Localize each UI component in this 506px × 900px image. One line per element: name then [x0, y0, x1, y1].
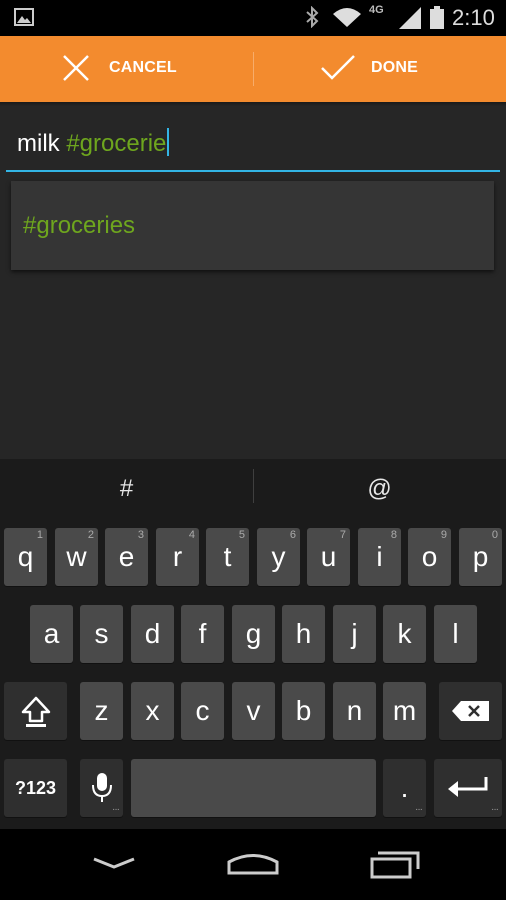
key-hint: 6: [289, 529, 296, 541]
input-text: milk #grocerie: [17, 128, 170, 158]
enter-key[interactable]: ···: [434, 759, 502, 817]
checkmark-icon: [321, 55, 355, 80]
autocomplete-suggestion[interactable]: #groceries: [11, 181, 494, 270]
battery-icon: [430, 6, 444, 29]
symbols-key[interactable]: ?123: [4, 759, 67, 817]
clock: 2:10: [452, 5, 495, 30]
key-label: u: [320, 541, 337, 572]
key-c[interactable]: c: [181, 682, 224, 740]
shift-icon: [21, 696, 50, 727]
input-plain-text: milk: [17, 130, 67, 157]
key-y[interactable]: y6: [257, 528, 300, 586]
key-hint: 2: [87, 529, 94, 541]
navigation-bar: [0, 829, 506, 900]
key-p[interactable]: p0: [459, 528, 502, 586]
key-hint: 9: [440, 529, 447, 541]
key-hint: 0: [491, 529, 498, 541]
key-label: w: [66, 541, 87, 572]
period-key[interactable]: . ···: [383, 759, 426, 817]
key-t[interactable]: t5: [206, 528, 249, 586]
backspace-icon: [451, 701, 489, 721]
action-bar-shadow: [0, 102, 506, 106]
key-u[interactable]: u7: [307, 528, 350, 586]
cancel-label: CANCEL: [109, 59, 177, 76]
key-i[interactable]: i8: [358, 528, 401, 586]
key-label: p: [472, 541, 489, 572]
signal-icon: [399, 7, 421, 29]
key-q[interactable]: q1: [4, 528, 47, 586]
key-m[interactable]: m: [383, 682, 426, 740]
key-b[interactable]: b: [282, 682, 325, 740]
key-label: q: [17, 541, 34, 572]
back-icon[interactable]: [90, 847, 138, 877]
home-icon[interactable]: [225, 847, 281, 881]
text-cursor: [167, 128, 170, 156]
keyboard-suggestion-hash[interactable]: #: [0, 459, 253, 519]
key-v[interactable]: v: [232, 682, 275, 740]
network-type: 4G: [369, 4, 384, 16]
key-k[interactable]: k: [383, 605, 426, 663]
key-w[interactable]: w2: [55, 528, 98, 586]
key-s[interactable]: s: [80, 605, 123, 663]
key-a[interactable]: a: [30, 605, 73, 663]
close-icon: [63, 55, 89, 81]
input-tag-text: #grocerie: [66, 130, 167, 157]
key-l[interactable]: l: [434, 605, 477, 663]
picture-icon: [14, 8, 34, 26]
key-label: o: [421, 541, 438, 572]
key-hint: 5: [238, 529, 245, 541]
recents-icon[interactable]: [368, 847, 422, 881]
key-hint: 3: [137, 529, 144, 541]
key-f[interactable]: f: [181, 605, 224, 663]
key-j[interactable]: j: [333, 605, 376, 663]
key-o[interactable]: o9: [408, 528, 451, 586]
done-button[interactable]: DONE: [254, 36, 506, 102]
key-label: i: [376, 541, 383, 572]
cancel-button[interactable]: CANCEL: [0, 36, 253, 102]
key-label: y: [271, 541, 286, 572]
key-g[interactable]: g: [232, 605, 275, 663]
keyboard: # @ q1 w2 e3 r4 t5 y6 u7 i8 o9 p0 a s d …: [0, 459, 506, 829]
key-hint: 4: [188, 529, 195, 541]
backspace-key[interactable]: [439, 682, 502, 740]
enter-icon: [448, 777, 488, 797]
status-bar: 4G 2:10: [0, 0, 506, 36]
keyboard-suggestion-bar: # @: [0, 459, 506, 519]
wifi-icon: [333, 8, 361, 27]
action-bar: CANCEL DONE: [0, 36, 506, 106]
key-label: e: [118, 541, 135, 572]
key-label: t: [223, 541, 232, 572]
keyboard-suggestion-at[interactable]: @: [253, 459, 506, 519]
key-n[interactable]: n: [333, 682, 376, 740]
more-dots: ···: [112, 804, 120, 815]
mic-key[interactable]: ···: [80, 759, 123, 817]
period-label: .: [400, 772, 409, 803]
task-input[interactable]: milk #grocerie: [6, 118, 500, 172]
more-dots: ···: [415, 804, 423, 815]
bluetooth-icon: [306, 6, 319, 28]
done-label: DONE: [371, 59, 419, 76]
suggestion-text: #groceries: [23, 212, 136, 239]
key-h[interactable]: h: [282, 605, 325, 663]
key-z[interactable]: z: [80, 682, 123, 740]
key-label: r: [172, 541, 183, 572]
key-d[interactable]: d: [131, 605, 174, 663]
shift-key[interactable]: [4, 682, 67, 740]
key-hint: 7: [339, 529, 346, 541]
key-hint: 8: [390, 529, 397, 541]
key-hint: 1: [36, 529, 43, 541]
more-dots: ···: [491, 804, 499, 815]
key-e[interactable]: e3: [105, 528, 148, 586]
spacebar-key[interactable]: [131, 759, 376, 817]
key-r[interactable]: r4: [156, 528, 199, 586]
microphone-icon: [91, 773, 112, 802]
key-x[interactable]: x: [131, 682, 174, 740]
